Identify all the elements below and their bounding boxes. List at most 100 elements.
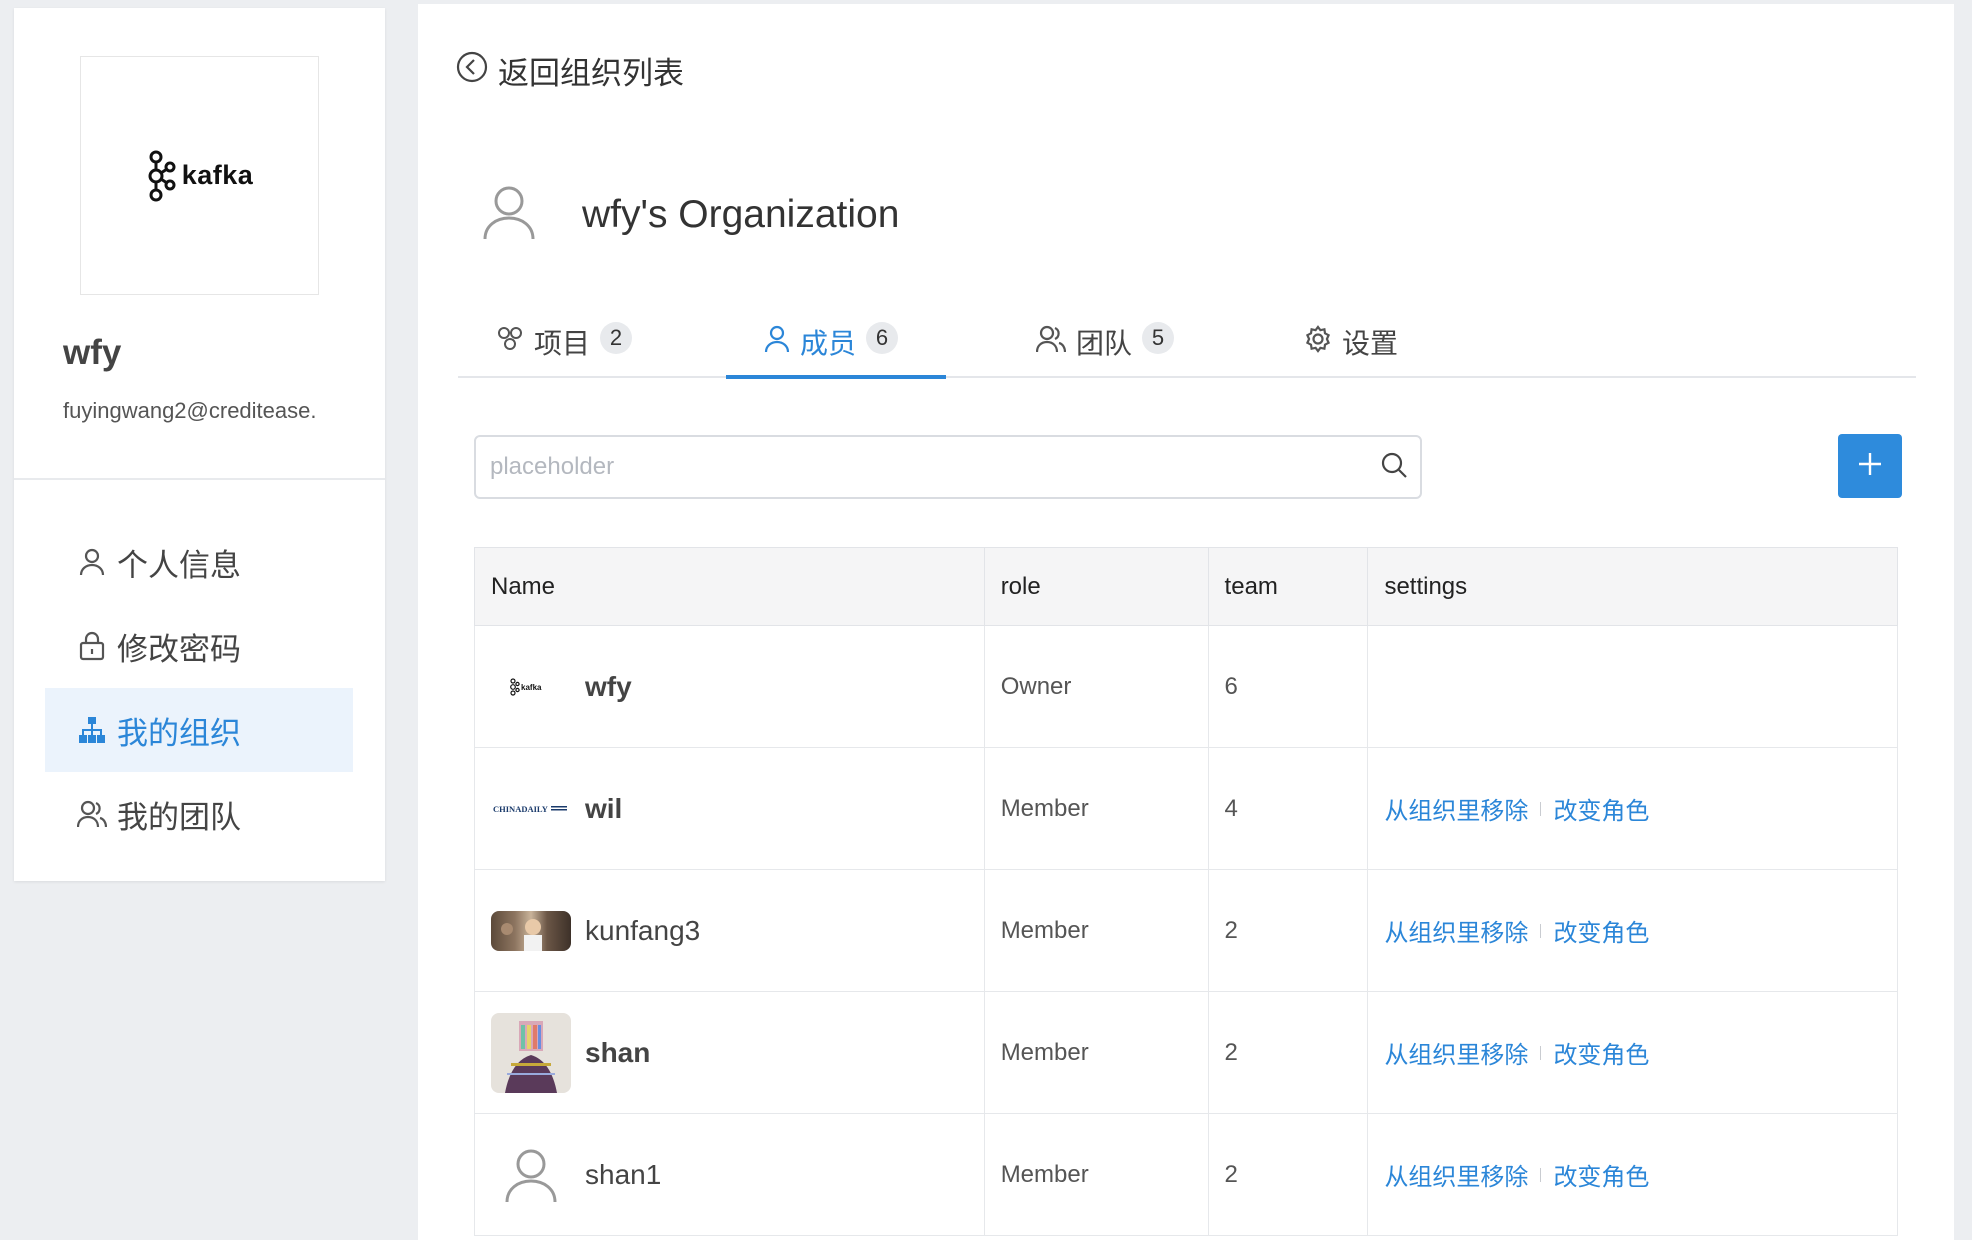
- tab-count-badge: 2: [600, 322, 633, 354]
- table-row: CHINADAILY wil Member 4 从组织里移除 改变角色: [474, 747, 1898, 870]
- table-row: kafka wfy Owner 6: [474, 625, 1898, 748]
- avatar: [491, 1135, 571, 1215]
- org-avatar-user-icon: [482, 184, 536, 245]
- sidebar-item-my-org[interactable]: 我的组织: [45, 688, 353, 772]
- change-role-link[interactable]: 改变角色: [1553, 913, 1649, 948]
- change-role-link[interactable]: 改变角色: [1553, 1035, 1649, 1070]
- member-team-count: 4: [1207, 747, 1369, 870]
- change-role-link[interactable]: 改变角色: [1553, 1157, 1649, 1192]
- tab-count-badge: 6: [866, 322, 899, 354]
- org-header: wfy's Organization: [482, 184, 899, 245]
- back-to-org-list-link[interactable]: 返回组织列表: [456, 48, 684, 93]
- user-icon: [764, 322, 790, 360]
- sidebar-item-label: 个人信息: [117, 547, 241, 583]
- change-role-link[interactable]: 改变角色: [1553, 791, 1649, 826]
- member-name: shan: [585, 1036, 651, 1068]
- table-row: shan Member 2 从组织里移除 改变角色: [474, 991, 1898, 1114]
- sidebar-nav: 个人信息 修改密码 我的组织 我的团队: [45, 520, 353, 856]
- user-photo: [505, 1020, 557, 1093]
- member-team-count: 2: [1207, 869, 1369, 992]
- member-role: Member: [983, 1113, 1209, 1236]
- sidebar-item-my-team[interactable]: 我的团队: [45, 772, 353, 856]
- svg-text:CHINADAILY: CHINADAILY: [493, 804, 548, 814]
- tab-members[interactable]: 成员 6: [764, 320, 899, 378]
- member-name: kunfang3: [585, 914, 701, 946]
- sidebar: kafka wfy fuyingwang2@creditease. 个人信息 修…: [14, 8, 385, 881]
- remove-from-org-link[interactable]: 从组织里移除: [1384, 1035, 1528, 1070]
- member-role: Member: [983, 747, 1209, 870]
- tab-settings[interactable]: 设置: [1304, 320, 1398, 378]
- team-icon: [77, 799, 107, 829]
- tab-count-badge: 5: [1142, 322, 1175, 354]
- remove-from-org-link[interactable]: 从组织里移除: [1384, 791, 1528, 826]
- team-icon: [1035, 322, 1067, 360]
- tab-label: 团队: [1076, 328, 1133, 359]
- member-settings: 从组织里移除 改变角色: [1367, 1113, 1898, 1236]
- member-role: Member: [983, 869, 1209, 992]
- kafka-logo-icon: [148, 150, 176, 201]
- gear-icon: [1304, 322, 1332, 360]
- lock-icon: [77, 631, 107, 661]
- column-header-role: role: [983, 547, 1209, 626]
- tab-projects[interactable]: 项目 2: [496, 320, 633, 378]
- member-name: wil: [585, 792, 623, 824]
- member-settings: 从组织里移除 改变角色: [1367, 991, 1898, 1114]
- action-divider: [1540, 801, 1542, 816]
- kafka-logo-icon: kafka: [510, 677, 542, 696]
- member-team-count: 2: [1207, 991, 1369, 1114]
- project-icon: [496, 322, 524, 360]
- main-panel: 返回组织列表 wfy's Organization 项目 2 成员 6 团队 5…: [418, 4, 1954, 1240]
- user-icon: [77, 547, 107, 577]
- svg-text:kafka: kafka: [521, 683, 542, 692]
- sidebar-item-profile[interactable]: 个人信息: [45, 520, 353, 604]
- kafka-logo: kafka: [146, 150, 254, 202]
- sidebar-item-label: 我的组织: [117, 715, 241, 751]
- add-member-button[interactable]: [1838, 434, 1902, 498]
- table-row: shan1 Member 2 从组织里移除 改变角色: [474, 1113, 1898, 1236]
- remove-from-org-link[interactable]: 从组织里移除: [1384, 913, 1528, 948]
- avatar: kafka: [491, 647, 571, 727]
- profile-name: wfy: [63, 333, 122, 372]
- sidebar-item-label: 我的团队: [117, 799, 241, 835]
- member-name: wfy: [585, 670, 632, 702]
- member-name: shan1: [585, 1158, 662, 1190]
- tab-label: 成员: [800, 328, 857, 359]
- member-team-count: 2: [1207, 1113, 1369, 1236]
- org-title: wfy's Organization: [582, 192, 900, 236]
- table-header-row: Name role team settings: [474, 547, 1898, 626]
- avatar: CHINADAILY: [491, 769, 571, 849]
- search-input[interactable]: [490, 453, 1380, 481]
- tab-label: 设置: [1342, 328, 1399, 359]
- member-team-count: 6: [1207, 625, 1369, 748]
- avatar: [491, 910, 571, 951]
- member-search: [474, 435, 1422, 499]
- user-photo: [501, 918, 542, 951]
- default-user-icon: [505, 1149, 557, 1202]
- column-header-name: Name: [474, 547, 985, 626]
- members-table: Name role team settings kafka wfy Owner …: [474, 547, 1898, 1236]
- tab-bar: 项目 2 成员 6 团队 5 设置: [458, 320, 1916, 379]
- sidebar-item-label: 修改密码: [117, 631, 241, 667]
- search-icon[interactable]: [1380, 451, 1408, 484]
- org-logo-box: kafka: [80, 56, 319, 295]
- back-label: 返回组织列表: [498, 56, 684, 91]
- sidebar-divider: [14, 478, 385, 480]
- tab-label: 项目: [534, 328, 591, 359]
- active-tab-indicator: [726, 375, 946, 379]
- tab-teams[interactable]: 团队 5: [1035, 320, 1175, 378]
- member-settings: 从组织里移除 改变角色: [1367, 869, 1898, 992]
- org-tree-icon: [77, 715, 107, 745]
- column-header-team: team: [1207, 547, 1369, 626]
- remove-from-org-link[interactable]: 从组织里移除: [1384, 1157, 1528, 1192]
- sidebar-item-password[interactable]: 修改密码: [45, 604, 353, 688]
- logo-text: kafka: [181, 160, 254, 190]
- action-divider: [1540, 1045, 1542, 1060]
- plus-icon: [1857, 451, 1883, 482]
- member-role: Member: [983, 991, 1209, 1114]
- member-settings: [1367, 625, 1898, 748]
- back-circle-icon: [456, 51, 488, 91]
- avatar: [491, 1012, 571, 1093]
- action-divider: [1540, 1167, 1542, 1182]
- table-row: kunfang3 Member 2 从组织里移除 改变角色: [474, 869, 1898, 992]
- action-divider: [1540, 923, 1542, 938]
